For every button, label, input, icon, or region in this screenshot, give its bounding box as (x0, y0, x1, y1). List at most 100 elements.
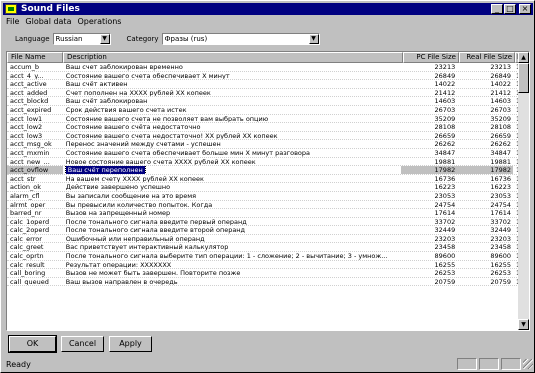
pc-file-size-cell: 26262 (434, 140, 456, 148)
table-row[interactable]: calc_2operd После тонального сигнала введ… (7, 226, 519, 235)
category-select[interactable]: Фразы (rus) ▼ (161, 32, 320, 45)
description-cell: Вызов не может быть завершен. Повторите … (63, 269, 402, 277)
description-cell: Состояние вашего счета недостаточно! ХХ … (63, 132, 402, 140)
description-cell: Ваш счёт заблокирован (63, 97, 402, 105)
description-cell: Ваш счёт переполнен (63, 166, 402, 174)
real-file-size-cell: 17614 (490, 209, 512, 217)
minimize-button[interactable]: _ (491, 4, 503, 14)
table-row[interactable]: acct_low2 Состояние вашего счёта недостат… (7, 123, 519, 132)
file-name-cell: calc_error (10, 234, 42, 243)
table-row[interactable]: accum_b Ваш счет заблокирован временно 232… (7, 63, 519, 72)
column-header-real-file-size[interactable]: Real File Size (459, 52, 515, 63)
description-cell-text: Ошибочный или неправильный операнд (65, 234, 205, 243)
menu-global-data[interactable]: Global data (25, 16, 71, 27)
status-panel (479, 358, 499, 370)
description-cell: Срок действия вашего счета истек (63, 106, 402, 114)
table-row[interactable]: alarm_cfl Вы записали сообщение на это вр… (7, 192, 519, 201)
table-row[interactable]: acct_ovflow Ваш счёт переполнен 17982 17982… (7, 166, 519, 175)
description-cell: Состояние вашего счета обеспечивает боль… (63, 149, 402, 157)
pc-file-size-cell: 34847 (434, 148, 456, 157)
maximize-button[interactable]: □ (504, 4, 516, 14)
table-row[interactable]: action_ok Действие завершено успешно 16223… (7, 183, 519, 192)
description-cell: Вызов на запрещенный номер (63, 209, 402, 217)
table-row[interactable]: acct_msg_ok Перенос значений между счетам… (7, 140, 519, 149)
real-file-size-cell: 34847 (490, 148, 512, 157)
language-select[interactable]: Russian ▼ (52, 32, 111, 45)
description-cell-text: Состояние вашего счета не позволяет вам … (65, 114, 269, 123)
real-file-size-cell: 89600 (490, 252, 512, 260)
apply-button[interactable]: Apply (109, 336, 152, 352)
real-file-size-cell: 23053 (490, 191, 512, 200)
file-name-cell: acct_new_... (10, 157, 50, 166)
pc-file-size-cell: 89600 (434, 252, 456, 260)
chevron-down-icon[interactable]: ▼ (99, 33, 110, 44)
menu-operations[interactable]: Operations (77, 16, 121, 27)
table-row[interactable]: acct_added Счет пополнен на ХХХХ рублей Х… (7, 89, 519, 98)
app-icon (5, 4, 17, 14)
description-cell-text: Состояние вашего счета обеспечивает Х ми… (65, 71, 230, 80)
column-header-pc-file-size[interactable]: PC File Size (403, 52, 459, 63)
close-button[interactable]: × (519, 4, 531, 14)
scroll-thumb[interactable] (518, 63, 529, 93)
table-row[interactable]: acct_low3 Состояние вашего счета недостат… (7, 132, 519, 141)
sound-files-list[interactable]: File Name Description PC File Size Real … (6, 51, 530, 331)
title-bar[interactable]: Sound Files _ □ × (3, 3, 533, 15)
table-row[interactable]: alrmt_oper Вы превысили количество попыто… (7, 201, 519, 210)
chevron-down-icon[interactable]: ▼ (308, 33, 319, 44)
description-cell-text: Ваш вызов направлен в очередь (65, 277, 178, 286)
description-cell-text: После тонального сигнала введите первый … (65, 217, 247, 226)
file-name-cell: acct_4_y... (10, 71, 44, 80)
table-row[interactable]: acct_4_y... Состояние вашего счета обеспе… (7, 72, 519, 81)
description-cell: Действие завершено успешно (63, 183, 402, 191)
file-name-cell: acct_low2 (10, 123, 43, 131)
file-name-cell: calc_2operd (10, 226, 50, 234)
description-cell-text: Результат операции: ХХХХХХХ (65, 260, 172, 269)
real-file-size-cell: 20759 (490, 277, 512, 286)
scroll-up-icon[interactable]: ▲ (518, 52, 529, 63)
table-row[interactable]: calc_greet Вас приветствует интерактивный… (7, 243, 519, 253)
real-file-size-cell: 26659 (490, 131, 512, 140)
column-header-file-name[interactable]: File Name (7, 52, 63, 63)
real-file-size-cell: 21412 (490, 88, 512, 97)
table-row[interactable]: call_queued Ваш вызов направлен в очередь… (7, 278, 519, 287)
table-row[interactable]: acct_low1 Состояние вашего счета не позво… (7, 115, 519, 124)
table-row[interactable]: calc_oprtn После тонального сигнала выбер… (7, 252, 519, 261)
description-cell-text: После тонального сигнала введите второй … (65, 226, 246, 234)
description-cell: Ваш счёт активен (63, 80, 402, 88)
resize-grip-icon[interactable] (523, 359, 533, 369)
description-cell-text: Новое состояние вашего счета ХХХХ рублей… (65, 157, 256, 166)
table-row[interactable]: call_boring Вызов не может быть завершен.… (7, 269, 519, 278)
file-name-cell: calc_1operd (10, 217, 50, 226)
description-cell: Вас приветствует интерактивный калькулят… (63, 243, 402, 251)
table-row[interactable]: acct_activeВаш счёт активен14022140221 (7, 80, 519, 89)
column-header-description[interactable]: Description (63, 52, 403, 63)
pc-file-size-cell: 23053 (434, 191, 456, 200)
menu-bar: File Global data Operations (3, 16, 121, 27)
real-file-size-cell: 16223 (490, 183, 512, 191)
description-cell: После тонального сигнала введите первый … (63, 218, 402, 226)
description-cell-text: Состояние вашего счёта недостаточно (65, 123, 201, 131)
cancel-button[interactable]: Cancel (61, 336, 104, 352)
table-row[interactable]: acct_expired Срок действия вашего счета и… (7, 106, 519, 115)
scroll-down-icon[interactable]: ▼ (518, 319, 529, 330)
table-row[interactable]: acct_new_... Новое состояние вашего счета… (7, 158, 519, 167)
description-cell-text: Счет пополнен на ХХХХ рублей ХХ копеек (65, 88, 211, 97)
pc-file-size-cell: 32449 (434, 226, 456, 234)
file-name-cell: calc_oprtn (10, 252, 44, 260)
pc-file-size-cell: 23213 (434, 63, 456, 71)
table-row[interactable]: barred_nr Вызов на запрещенный номер 17614… (7, 209, 519, 218)
category-label: Category (126, 34, 159, 43)
table-row[interactable]: calc_error Ошибочный или неправильный опе… (7, 235, 519, 244)
file-name-cell: alrmt_oper (10, 200, 46, 209)
pc-file-size-cell: 28108 (434, 123, 456, 131)
table-row[interactable]: acct_mxmin Состояние вашего счета обеспеч… (7, 149, 519, 158)
real-file-size-cell: 26703 (490, 105, 512, 114)
table-row[interactable]: calc_1operd После тонального сигнала введ… (7, 218, 519, 227)
table-row[interactable]: acct_blockd Ваш счёт заблокирован 14603 146… (7, 97, 519, 106)
menu-file[interactable]: File (6, 16, 19, 27)
vertical-scrollbar[interactable]: ▲ ▼ (518, 52, 529, 330)
table-row[interactable]: acct_str На вашем счету ХХХХ рублей ХХ ко… (7, 175, 519, 184)
ok-button[interactable]: OK (8, 335, 57, 353)
table-row[interactable]: calc_result Результат операции: ХХХХХХХ 16… (7, 261, 519, 270)
real-file-size-cell: 32449 (490, 226, 512, 234)
